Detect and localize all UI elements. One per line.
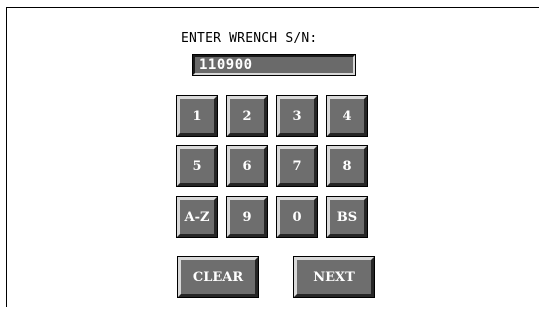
key-backspace[interactable]: BS <box>327 197 367 237</box>
key-9[interactable]: 9 <box>227 197 267 237</box>
serial-number-value: 110900 <box>199 57 253 73</box>
key-8[interactable]: 8 <box>327 146 367 186</box>
next-button[interactable]: NEXT <box>294 257 374 297</box>
serial-number-field[interactable]: 110900 <box>193 55 355 75</box>
key-7[interactable]: 7 <box>277 146 317 186</box>
key-6[interactable]: 6 <box>227 146 267 186</box>
key-alpha-toggle[interactable]: A-Z <box>177 197 217 237</box>
key-1[interactable]: 1 <box>177 96 217 136</box>
key-2[interactable]: 2 <box>227 96 267 136</box>
key-0[interactable]: 0 <box>277 197 317 237</box>
serial-prompt-label: ENTER WRENCH S/N: <box>181 31 318 46</box>
clear-button[interactable]: CLEAR <box>178 257 258 297</box>
key-4[interactable]: 4 <box>327 96 367 136</box>
key-5[interactable]: 5 <box>177 146 217 186</box>
key-3[interactable]: 3 <box>277 96 317 136</box>
screen-frame <box>6 7 539 307</box>
